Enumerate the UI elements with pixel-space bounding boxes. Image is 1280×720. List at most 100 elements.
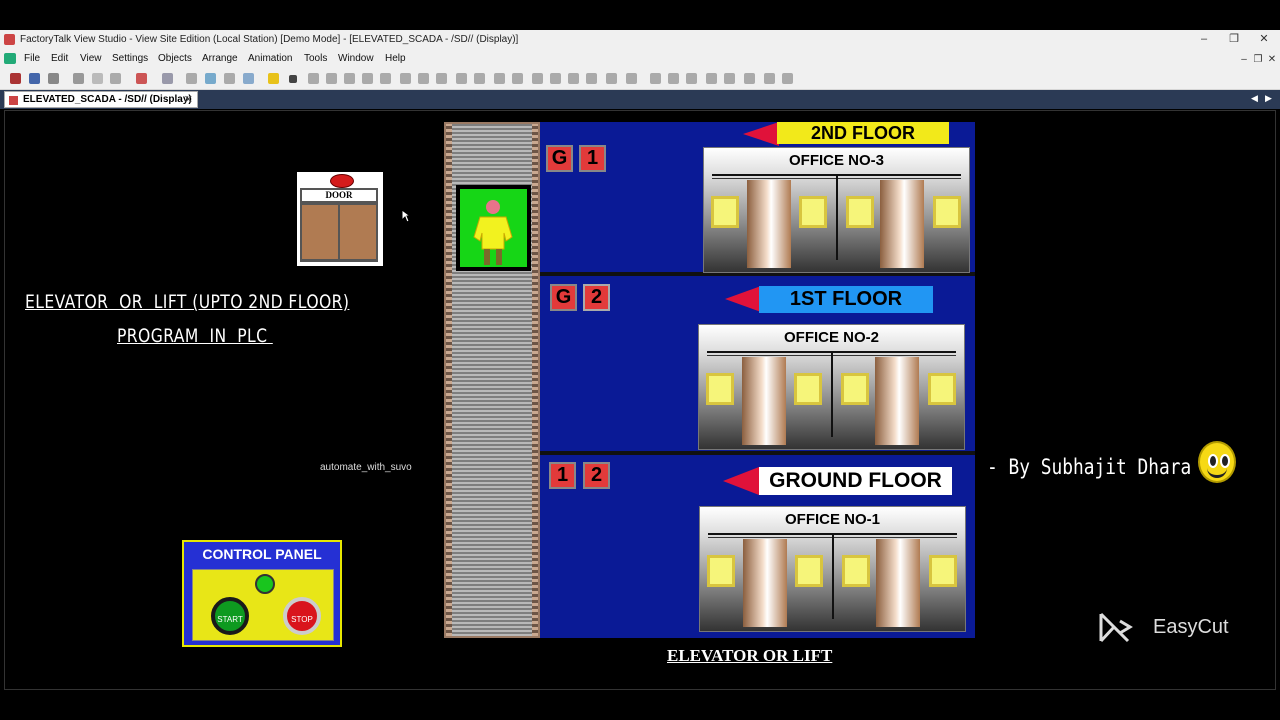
toolbar-tool-2-icon[interactable] — [326, 73, 337, 84]
menu-settings[interactable]: Settings — [112, 53, 148, 64]
align-right-icon[interactable] — [686, 73, 697, 84]
toolbar-tool-13-icon[interactable] — [606, 73, 617, 84]
passenger-icon — [473, 200, 513, 265]
zoom-out-icon[interactable] — [550, 73, 561, 84]
office-door — [876, 539, 920, 627]
office-door — [875, 357, 919, 445]
binoculars-icon[interactable] — [186, 73, 197, 84]
tab-elevated-scada[interactable]: ELEVATED_SCADA - /SD// (Display) ✕ — [4, 91, 198, 108]
office-door — [743, 539, 787, 627]
ground-call-2[interactable]: 2 — [583, 462, 610, 489]
center-cross-icon[interactable] — [782, 73, 793, 84]
test-run-icon[interactable] — [268, 73, 279, 84]
mdi-close-button[interactable]: ✕ — [1262, 52, 1280, 67]
center-icon[interactable] — [764, 73, 775, 84]
print-icon[interactable] — [48, 73, 59, 84]
new-display-icon[interactable] — [10, 73, 21, 84]
floor2-call-g[interactable]: G — [546, 145, 573, 172]
elevator-cabin — [456, 185, 531, 271]
align-middle-icon[interactable] — [724, 73, 735, 84]
floor2-call-1[interactable]: 1 — [579, 145, 606, 172]
bottom-caption: ELEVATOR OR LIFT — [667, 646, 833, 665]
channel-tag: automate_with_suvo — [320, 462, 412, 473]
floor1-call-2[interactable]: 2 — [583, 284, 610, 311]
toolbar-tool-11-icon[interactable] — [494, 73, 505, 84]
save-icon[interactable] — [29, 73, 40, 84]
restore-button[interactable]: ❐ — [1224, 32, 1244, 47]
stop-button[interactable]: STOP — [283, 597, 321, 635]
toolbar-tool-1-icon[interactable] — [308, 73, 319, 84]
run-indicator-lamp — [255, 574, 275, 594]
toolbar-tool-12-icon[interactable] — [512, 73, 523, 84]
minimize-button[interactable]: – — [1194, 32, 1214, 47]
menu-objects[interactable]: Objects — [158, 53, 192, 64]
office-window — [929, 555, 957, 587]
toolbar-tool-4-icon[interactable] — [362, 73, 373, 84]
office-window — [794, 373, 822, 405]
copy-icon[interactable] — [92, 73, 103, 84]
office-no-2: OFFICE NO-2 — [698, 324, 965, 450]
menu-window[interactable]: Window — [338, 53, 374, 64]
office-no-1: OFFICE NO-1 — [699, 506, 966, 632]
menu-file[interactable]: File — [24, 53, 40, 64]
menu-bar: File Edit View Settings Objects Arrange … — [0, 49, 1280, 68]
scroll-tabs-right-icon[interactable]: ▶ — [1265, 93, 1272, 104]
menu-animation[interactable]: Animation — [248, 53, 292, 64]
office-window — [707, 555, 735, 587]
align-bottom-icon[interactable] — [744, 73, 755, 84]
close-button[interactable]: ✕ — [1254, 32, 1274, 47]
scroll-tabs-left-icon[interactable]: ◀ — [1251, 93, 1258, 104]
office-door — [747, 180, 791, 268]
floor1-call-g[interactable]: G — [550, 284, 577, 311]
arrow-left-icon — [725, 286, 761, 312]
cut-icon[interactable] — [73, 73, 84, 84]
paste-icon[interactable] — [110, 73, 121, 84]
floor-sign-2nd: 2ND FLOOR — [743, 122, 949, 146]
toolbar-tool-8-icon[interactable] — [436, 73, 447, 84]
arrow-left-icon — [743, 122, 779, 146]
grid-icon[interactable] — [224, 73, 235, 84]
display-title-line-1: ELEVATOR OR LIFT (UPTO 2ND FLOOR) — [25, 291, 350, 313]
easycut-logo-icon — [1099, 612, 1133, 643]
toolbar-tool-3-icon[interactable] — [344, 73, 355, 84]
office-window — [842, 555, 870, 587]
image-icon[interactable] — [243, 73, 254, 84]
office-window — [846, 196, 874, 228]
shaft-rail-right — [532, 124, 538, 636]
display-icon[interactable] — [136, 73, 147, 84]
undo-icon[interactable] — [568, 73, 579, 84]
control-panel-title: CONTROL PANEL — [202, 546, 322, 562]
find-icon[interactable] — [162, 73, 173, 84]
building-floors: G 1 2ND FLOOR OFFICE NO-3 G 2 1ST FLOOR … — [540, 122, 975, 638]
align-top-icon[interactable] — [706, 73, 717, 84]
office-window — [928, 373, 956, 405]
menu-arrange[interactable]: Arrange — [202, 53, 238, 64]
toolbar-tool-9-icon[interactable] — [456, 73, 467, 84]
office-name: OFFICE NO-2 — [783, 329, 879, 346]
document-icon[interactable] — [4, 53, 16, 64]
toolbar-tool-7-icon[interactable] — [418, 73, 429, 84]
align-center-icon[interactable] — [668, 73, 679, 84]
arrow-left-icon — [723, 467, 759, 495]
zoom-in-icon[interactable] — [532, 73, 543, 84]
door-label: DOOR — [302, 190, 376, 201]
tab-close-icon[interactable]: ✕ — [184, 93, 193, 106]
toolbar-tool-14-icon[interactable] — [626, 73, 637, 84]
refresh-icon[interactable] — [205, 73, 216, 84]
office-window — [711, 196, 739, 228]
ground-call-1[interactable]: 1 — [549, 462, 576, 489]
menu-view[interactable]: View — [80, 53, 102, 64]
toolbar-tool-6-icon[interactable] — [400, 73, 411, 84]
menu-tools[interactable]: Tools — [304, 53, 327, 64]
toolbar-tool-10-icon[interactable] — [474, 73, 485, 84]
toolbar — [0, 68, 1280, 90]
stop-icon[interactable] — [289, 75, 297, 83]
redo-icon[interactable] — [586, 73, 597, 84]
floor-sign-label: GROUND FLOOR — [759, 467, 952, 495]
align-left-icon[interactable] — [650, 73, 661, 84]
menu-edit[interactable]: Edit — [51, 53, 68, 64]
door-frame: DOOR — [300, 188, 378, 262]
menu-help[interactable]: Help — [385, 53, 406, 64]
toolbar-tool-5-icon[interactable] — [380, 73, 391, 84]
start-button[interactable]: START — [211, 597, 249, 635]
